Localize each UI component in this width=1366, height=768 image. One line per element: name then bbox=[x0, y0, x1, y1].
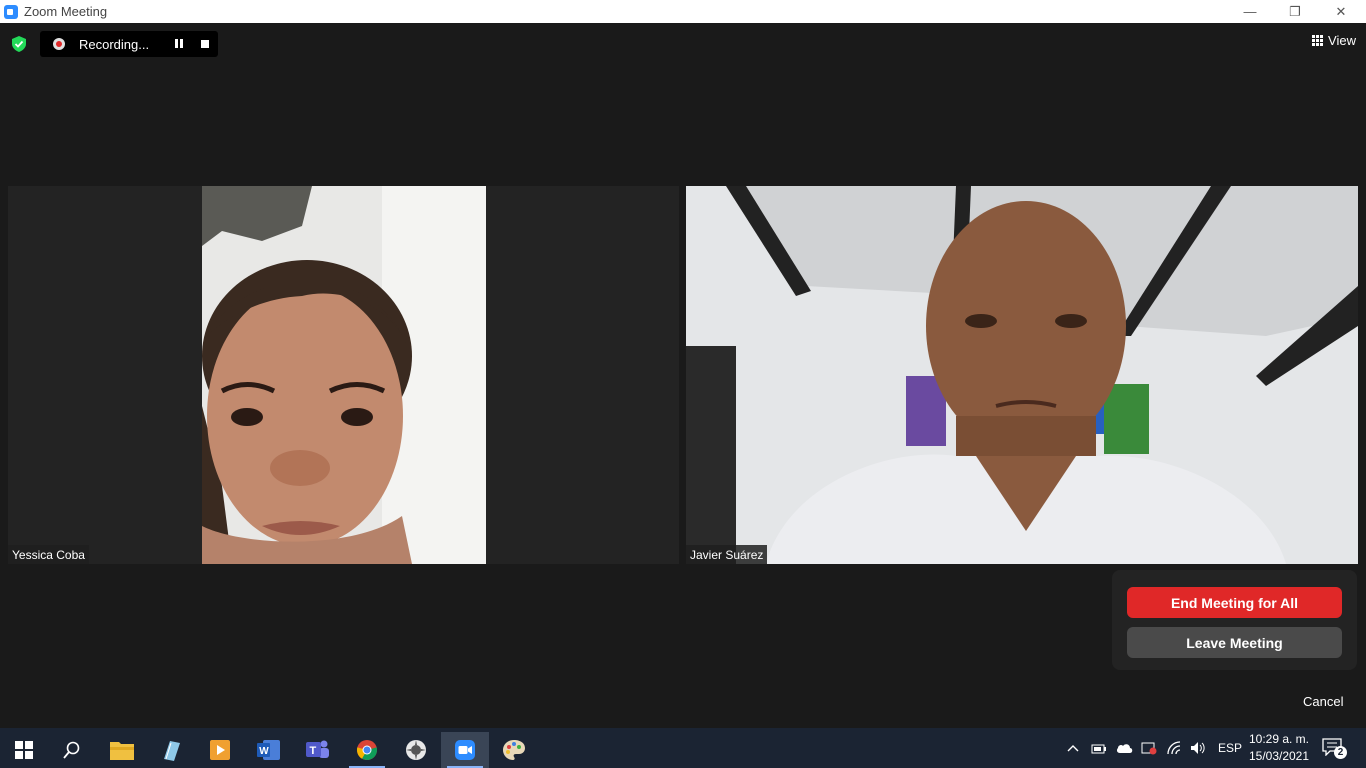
svg-text:W: W bbox=[259, 746, 269, 757]
encryption-shield-icon[interactable] bbox=[12, 36, 26, 52]
recording-indicator: Recording... bbox=[40, 31, 218, 57]
end-meeting-panel: End Meeting for All Leave Meeting bbox=[1112, 570, 1357, 670]
clock-time: 10:29 a. m. bbox=[1248, 732, 1310, 746]
end-meeting-for-all-button[interactable]: End Meeting for All bbox=[1127, 587, 1342, 618]
leave-meeting-button[interactable]: Leave Meeting bbox=[1127, 627, 1342, 658]
volume-icon[interactable] bbox=[1190, 741, 1206, 755]
settings-app-icon[interactable] bbox=[392, 732, 440, 768]
window-title: Zoom Meeting bbox=[24, 4, 108, 19]
cancel-button[interactable]: Cancel bbox=[1303, 694, 1343, 709]
action-center-icon[interactable]: 2 bbox=[1322, 738, 1347, 759]
clock-date: 15/03/2021 bbox=[1248, 749, 1310, 763]
system-tray: ESP bbox=[1066, 728, 1242, 768]
security-status-icon[interactable] bbox=[1141, 741, 1157, 755]
participant-video bbox=[686, 186, 1358, 564]
onedrive-cloud-icon[interactable] bbox=[1116, 742, 1134, 754]
notification-count-badge: 2 bbox=[1334, 746, 1347, 759]
recording-dot-icon bbox=[53, 38, 65, 50]
view-button[interactable]: View bbox=[1312, 33, 1356, 48]
show-hidden-icons-chevron-icon[interactable] bbox=[1066, 743, 1080, 753]
zoom-logo-icon bbox=[4, 4, 18, 19]
chrome-icon[interactable] bbox=[343, 732, 391, 768]
window-titlebar: Zoom Meeting — ❐ ✕ bbox=[0, 0, 1366, 23]
participant-video bbox=[202, 186, 486, 564]
participant-tile[interactable]: Yessica Coba bbox=[8, 186, 679, 564]
media-player-icon[interactable] bbox=[196, 732, 244, 768]
pause-recording-icon[interactable] bbox=[174, 39, 184, 49]
windows-start-icon[interactable] bbox=[0, 732, 48, 768]
paint-icon[interactable] bbox=[490, 732, 538, 768]
view-label: View bbox=[1328, 33, 1356, 48]
participant-tile[interactable]: Javier Suárez bbox=[686, 186, 1358, 564]
taskbar: W T ESP 10:29 a. m. 15/03/2021 2 bbox=[0, 728, 1366, 768]
meeting-area: Recording... View Yessica Coba Javier Su… bbox=[0, 23, 1366, 728]
notes-app-icon[interactable] bbox=[147, 732, 195, 768]
search-icon[interactable] bbox=[48, 732, 96, 768]
participant-name: Javier Suárez bbox=[686, 545, 768, 564]
file-explorer-icon[interactable] bbox=[98, 732, 146, 768]
teams-icon[interactable]: T bbox=[294, 732, 342, 768]
grid-view-icon bbox=[1312, 35, 1324, 46]
zoom-taskbar-icon[interactable] bbox=[441, 732, 489, 768]
close-button[interactable]: ✕ bbox=[1318, 0, 1364, 23]
stop-recording-icon[interactable] bbox=[201, 40, 209, 48]
minimize-button[interactable]: — bbox=[1227, 0, 1273, 23]
word-icon[interactable]: W bbox=[245, 732, 293, 768]
svg-text:T: T bbox=[310, 745, 317, 757]
battery-plug-icon[interactable] bbox=[1091, 742, 1107, 754]
restore-button[interactable]: ❐ bbox=[1272, 0, 1318, 23]
clock[interactable]: 10:29 a. m. 15/03/2021 bbox=[1238, 731, 1320, 765]
network-wifi-icon[interactable] bbox=[1166, 741, 1182, 755]
recording-label: Recording... bbox=[79, 36, 150, 52]
participant-name: Yessica Coba bbox=[8, 545, 89, 564]
